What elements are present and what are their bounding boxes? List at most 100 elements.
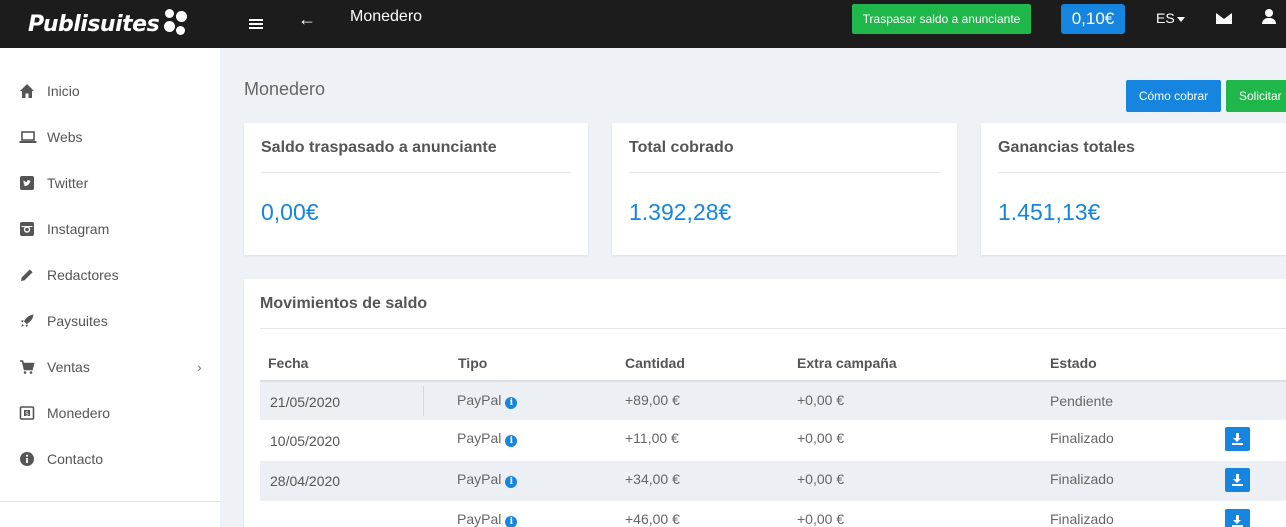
mail-icon[interactable] — [1216, 13, 1232, 24]
request-payment-button[interactable]: Solicitar — [1226, 80, 1286, 112]
card-value: 0,00€ — [261, 199, 319, 225]
card-divider — [998, 172, 1286, 173]
column-header-extra[interactable]: Extra campaña — [797, 355, 897, 371]
card-total-collected: Total cobrado 1.392,28€ — [612, 123, 957, 255]
column-header-status[interactable]: Estado — [1050, 355, 1097, 371]
cell-date: 10/05/2020 — [270, 433, 341, 449]
sidebar-item-label: Ventas — [47, 359, 90, 375]
cell-type: PayPal i — [457, 471, 518, 488]
sidebar-item-label: Twitter — [47, 175, 89, 191]
card-divider — [629, 172, 940, 173]
cart-icon — [19, 359, 35, 375]
cell-type: PayPal i — [457, 392, 518, 409]
info-icon[interactable]: i — [505, 397, 518, 409]
logo-text: Publisuites — [28, 11, 160, 37]
cell-extra: +0,00 € — [797, 392, 845, 408]
cell-date: 28/04/2020 — [270, 473, 341, 489]
home-icon — [19, 83, 35, 99]
logo-mark-icon — [161, 7, 191, 41]
chevron-right-icon: › — [197, 359, 202, 375]
cell-type-label: PayPal — [457, 392, 502, 408]
info-icon[interactable]: i — [505, 516, 518, 527]
cell-amount: +34,00 € — [625, 471, 680, 487]
cell-type-label: PayPal — [457, 471, 502, 487]
panel-divider — [260, 328, 1286, 329]
card-divider — [261, 172, 571, 173]
cell-type-label: PayPal — [457, 511, 502, 527]
instagram-icon — [19, 221, 35, 237]
sidebar-item-label: Webs — [47, 129, 83, 145]
sidebar-item-redactores[interactable]: Redactores — [0, 252, 220, 298]
sidebar-item-contacto[interactable]: Contacto — [0, 436, 220, 482]
cell-extra: +0,00 € — [797, 471, 845, 487]
sidebar-item-label: Paysuites — [47, 313, 108, 329]
page-title: Monedero — [244, 79, 326, 99]
user-icon[interactable] — [1262, 9, 1276, 25]
cell-status: Finalizado — [1050, 471, 1114, 487]
cell-type: PayPal i — [457, 511, 518, 527]
sidebar-item-instagram[interactable]: Instagram — [0, 206, 220, 252]
sidebar-item-label: Monedero — [47, 405, 111, 421]
card-value: 1.392,28€ — [629, 199, 732, 225]
table-row: 21/05/2020 PayPal i +89,00 € +0,00 € Pend… — [260, 382, 1286, 420]
cell-amount: +46,00 € — [625, 511, 680, 527]
caret-down-icon — [1176, 16, 1185, 22]
header-page-title: Monedero — [350, 8, 423, 25]
table-row: 10/05/2020 PayPal i +11,00 € +0,00 € Fina… — [260, 420, 1286, 461]
info-icon — [19, 451, 35, 467]
card-value: 1.451,13€ — [998, 199, 1101, 225]
card-title: Total cobrado — [629, 139, 734, 156]
cell-status: Finalizado — [1050, 511, 1114, 527]
how-to-collect-button[interactable]: Cómo cobrar — [1126, 80, 1221, 112]
svg-text:$: $ — [25, 410, 29, 417]
rocket-icon — [19, 313, 35, 329]
sidebar-item-label: Contacto — [47, 451, 104, 467]
card-title: Ganancias totales — [998, 139, 1135, 156]
back-arrow-icon[interactable]: ← — [298, 10, 316, 28]
download-button[interactable] — [1225, 427, 1250, 451]
language-label: ES — [1156, 10, 1175, 26]
cell-extra: +0,00 € — [797, 430, 845, 446]
cell-status: Finalizado — [1050, 430, 1114, 446]
table-row: 28/04/2020 PayPal i +34,00 € +0,00 € Fina… — [260, 461, 1286, 501]
sidebar-item-twitter[interactable]: Twitter — [0, 160, 220, 206]
cell-amount: +11,00 € — [625, 430, 679, 446]
sidebar-item-inicio[interactable]: Inicio — [0, 68, 220, 114]
card-title: Saldo traspasado a anunciante — [261, 139, 497, 156]
info-icon[interactable]: i — [505, 476, 518, 488]
cell-date: 21/05/2020 — [270, 394, 341, 410]
sidebar-item-ventas[interactable]: Ventas › — [0, 344, 220, 390]
publisuites-logo[interactable]: Publisuites — [28, 6, 191, 42]
balance-movements-panel: Movimientos de saldo Fecha Tipo Cantidad… — [244, 279, 1286, 527]
column-header-date[interactable]: Fecha — [268, 355, 308, 371]
cell-extra: +0,00 € — [797, 511, 845, 527]
wallet-icon: $ — [19, 405, 35, 421]
language-selector[interactable]: ES — [1156, 10, 1185, 26]
transfer-balance-button[interactable]: Traspasar saldo a anunciante — [852, 4, 1031, 34]
sidebar-item-label: Instagram — [47, 221, 110, 237]
cell-type-label: PayPal — [457, 430, 502, 446]
cell-amount: +89,00 € — [625, 392, 680, 408]
column-header-amount[interactable]: Cantidad — [625, 355, 685, 371]
table-row: PayPal i +46,00 € +0,00 € Finalizado — [260, 501, 1286, 527]
top-bar: Publisuites ← Monedero Traspasar saldo a… — [0, 0, 1286, 48]
info-icon[interactable]: i — [505, 435, 518, 447]
balance-badge: 0,10€ — [1061, 4, 1125, 34]
twitter-icon — [19, 175, 35, 191]
download-button[interactable] — [1225, 468, 1250, 492]
sidebar-item-label: Redactores — [47, 267, 119, 283]
sidebar-item-paysuites[interactable]: Paysuites — [0, 298, 220, 344]
download-button[interactable] — [1225, 509, 1250, 527]
column-header-type[interactable]: Tipo — [458, 355, 487, 371]
sidebar-item-label: Inicio — [47, 83, 80, 99]
sidebar-item-monedero[interactable]: $ Monedero — [0, 390, 220, 436]
pencil-icon — [19, 267, 35, 283]
sidebar-item-webs[interactable]: Webs — [0, 114, 220, 160]
column-divider — [423, 386, 424, 416]
card-transferred-balance: Saldo traspasado a anunciante 0,00€ — [244, 123, 588, 255]
cell-status: Pendiente — [1050, 393, 1114, 409]
sidebar-divider — [0, 501, 220, 502]
card-total-earnings: Ganancias totales 1.451,13€ — [981, 123, 1286, 255]
menu-toggle-icon[interactable] — [249, 12, 263, 36]
sidebar: Inicio Webs Twitter Instagram Redactores… — [0, 48, 220, 527]
